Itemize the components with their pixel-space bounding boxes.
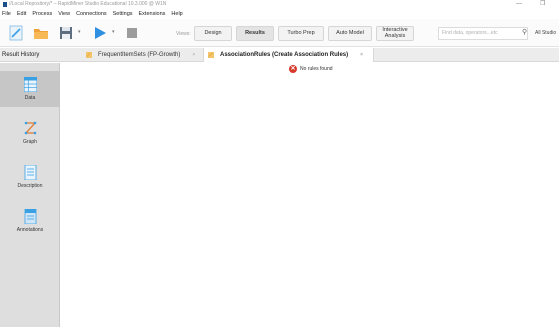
search-icon[interactable]: ⚲	[522, 28, 527, 36]
search-input[interactable]: Find data, operators...etc	[438, 27, 528, 40]
sidebar-item-annotations[interactable]: Annotations	[0, 203, 60, 239]
view-auto-model-button[interactable]: Auto Model	[328, 26, 372, 41]
menu-edit[interactable]: Edit	[17, 11, 26, 17]
menu-help[interactable]: Help	[171, 11, 182, 17]
run-process-icon[interactable]	[92, 25, 108, 41]
menu-file[interactable]: File	[2, 11, 11, 17]
sidebar-item-label: Annotations	[16, 227, 44, 233]
search-scope-dropdown[interactable]: All Studio	[535, 30, 556, 36]
tab-label: FrequentItemSets (FP-Growth)	[98, 52, 181, 58]
sidebar-item-label: Data	[24, 95, 36, 101]
result-content-area: ✕ No rules found	[61, 63, 559, 327]
view-results-button[interactable]: Results	[236, 26, 274, 41]
menu-connections[interactable]: Connections	[76, 11, 107, 17]
menu-process[interactable]: Process	[32, 11, 52, 17]
run-dropdown-icon[interactable]: ▾	[112, 29, 115, 35]
view-design-button[interactable]: Design	[194, 26, 232, 41]
menu-view[interactable]: View	[58, 11, 70, 17]
close-icon[interactable]: ×	[192, 52, 195, 58]
sidebar-item-label: Description	[17, 183, 43, 189]
sidebar-item-graph[interactable]: Graph	[0, 115, 60, 151]
maximize-button[interactable]: ❐	[540, 0, 545, 9]
empty-result-message: ✕ No rules found	[289, 65, 333, 73]
result-tab-icon	[86, 52, 92, 58]
open-folder-icon[interactable]	[33, 25, 49, 41]
sidebar-item-label: Graph	[23, 139, 37, 145]
app-logo-icon	[3, 2, 7, 7]
window-title: //Local Repository/* – RapidMiner Studio…	[9, 1, 167, 7]
views-label: Views:	[176, 31, 191, 37]
result-tab-bar: Result History FrequentItemSets (FP-Grow…	[0, 48, 559, 62]
menu-extensions[interactable]: Extensions	[139, 11, 166, 17]
save-dropdown-icon[interactable]: ▾	[78, 29, 81, 35]
stop-process-icon[interactable]	[124, 25, 140, 41]
save-icon[interactable]	[58, 25, 74, 41]
tab-label: AssociationRules (Create Association Rul…	[220, 52, 349, 58]
toolbar: ▾ ▾ Views: Design Results Turbo Prep Aut…	[0, 19, 559, 47]
menu-settings[interactable]: Settings	[113, 11, 133, 17]
table-icon	[23, 77, 37, 92]
sidebar-item-data[interactable]: Data	[0, 71, 60, 107]
view-turbo-prep-button[interactable]: Turbo Prep	[278, 26, 324, 41]
result-view-sidebar: Data Graph Description Annotations	[0, 63, 60, 327]
annotations-icon	[24, 209, 36, 224]
error-icon: ✕	[289, 65, 297, 73]
minimize-button[interactable]: —	[516, 0, 522, 9]
graph-icon	[24, 121, 36, 135]
sidebar-item-description[interactable]: Description	[0, 159, 60, 195]
menu-bar: File Edit Process View Connections Setti…	[0, 9, 559, 18]
tab-association-rules[interactable]: AssociationRules (Create Association Rul…	[203, 48, 375, 62]
result-history-tab[interactable]: Result History	[0, 48, 60, 62]
title-bar: //Local Repository/* – RapidMiner Studio…	[0, 0, 559, 9]
new-process-icon[interactable]	[8, 25, 24, 41]
tab-frequent-itemsets[interactable]: FrequentItemSets (FP-Growth) ×	[86, 48, 195, 62]
view-interactive-analysis-button[interactable]: Interactive Analysis	[376, 26, 414, 41]
result-tab-icon	[208, 52, 214, 58]
description-icon	[24, 165, 36, 180]
message-text: No rules found	[300, 66, 333, 72]
close-icon[interactable]: ×	[360, 52, 363, 58]
